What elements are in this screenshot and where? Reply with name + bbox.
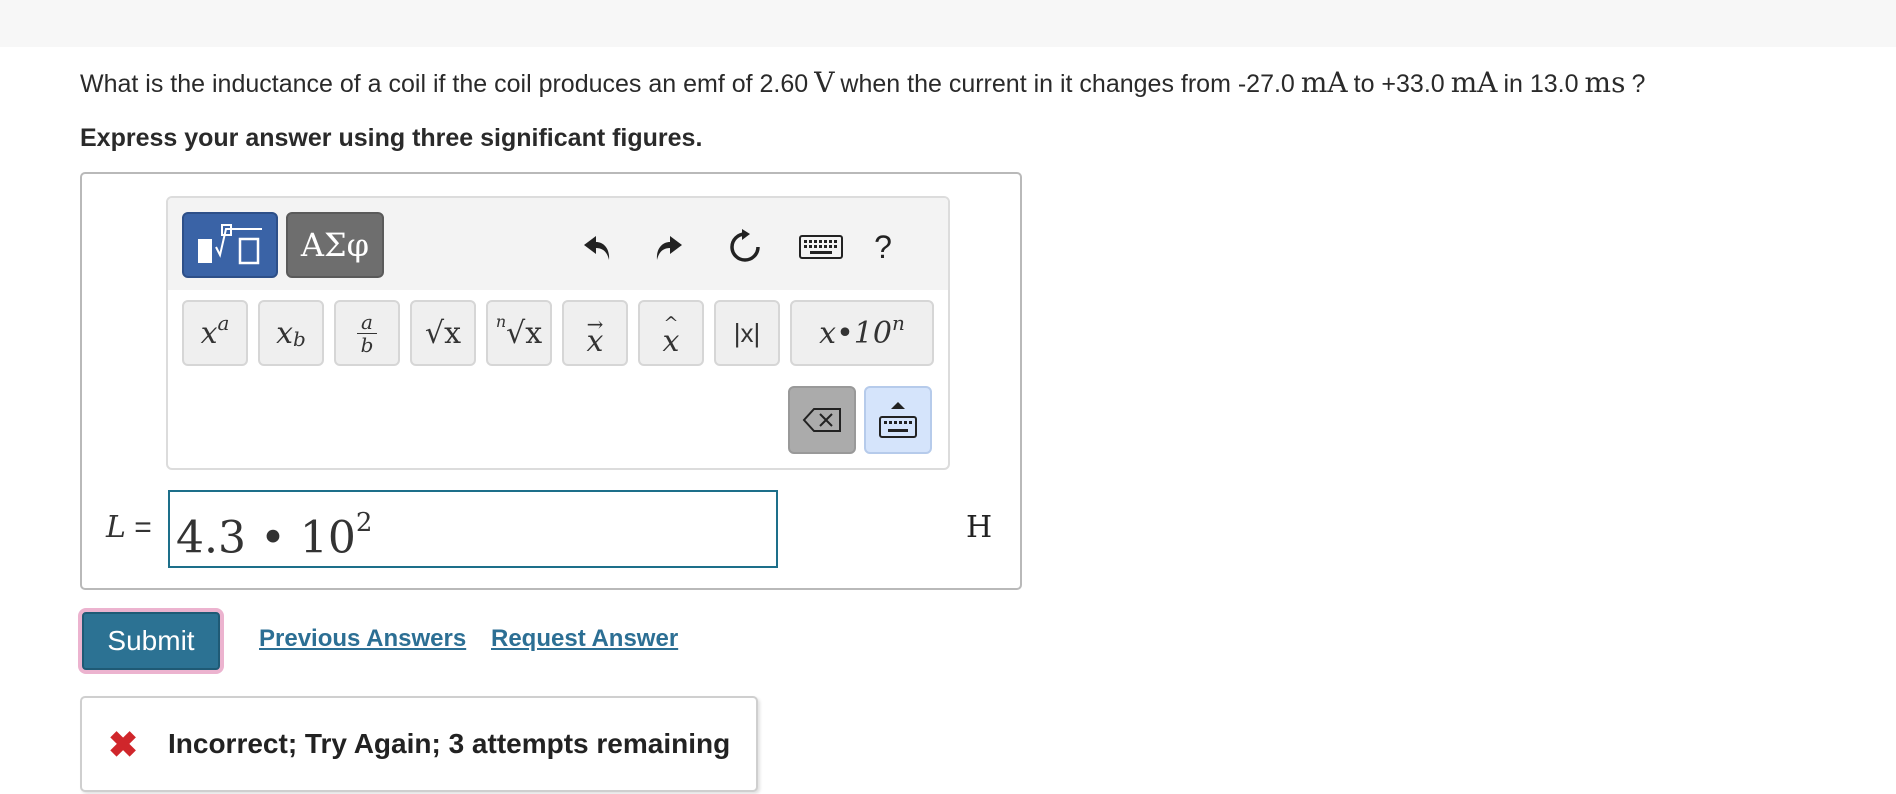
feedback-box: ✖ Incorrect; Try Again; 3 attempts remai… [80, 696, 758, 792]
key-vector[interactable]: → x [562, 300, 628, 366]
show-keyboard-button[interactable] [864, 386, 932, 454]
reset-icon[interactable] [720, 224, 770, 270]
keyboard-toggle-icon [879, 402, 917, 438]
undo-icon[interactable] [572, 224, 622, 270]
key-absolute-value[interactable]: |x| [714, 300, 780, 366]
key-subscript[interactable]: xb [258, 300, 324, 366]
previous-answers-link[interactable]: Previous Answers [259, 625, 466, 653]
incorrect-icon: ✖ [108, 724, 139, 765]
backspace-button[interactable] [788, 386, 856, 454]
key-superscript[interactable]: xa [182, 300, 248, 366]
templates-icon [198, 224, 262, 265]
instruction-text: Express your answer using three signific… [80, 124, 703, 152]
key-scientific-notation[interactable]: x•10 n [790, 300, 934, 366]
key-hat[interactable]: ^ x [638, 300, 704, 366]
unit-emf: V [814, 66, 835, 99]
unit-current-2: mA [1450, 66, 1498, 99]
backspace-icon [802, 408, 841, 432]
templates-button[interactable] [182, 212, 278, 278]
answer-box: ΑΣφ ? xa xb ab √x n √x → x ^ x |x| x•10 … [80, 172, 1022, 590]
redo-icon[interactable] [644, 224, 694, 270]
question-text: What is the inductance of a coil if the … [80, 66, 1646, 99]
feedback-message: Incorrect; Try Again; 3 attempts remaini… [168, 728, 731, 759]
key-nth-root[interactable]: n √x [486, 300, 552, 366]
unit-current-1: mA [1300, 66, 1348, 99]
keyboard-icon[interactable] [794, 224, 848, 270]
unit-label: H [966, 510, 993, 545]
key-fraction[interactable]: ab [334, 300, 400, 366]
answer-input[interactable]: 4.3 • 102 [168, 490, 778, 568]
submit-label: Submit [82, 612, 220, 670]
key-square-root[interactable]: √x [410, 300, 476, 366]
equation-label: L = [106, 510, 152, 545]
help-button[interactable]: ? [858, 224, 908, 270]
greek-symbols-button[interactable]: ΑΣφ [286, 212, 384, 278]
math-toolbar: ΑΣφ ? xa xb ab √x n √x → x ^ x |x| x•10 … [166, 196, 950, 470]
top-bar [0, 0, 1896, 47]
request-answer-link[interactable]: Request Answer [491, 625, 678, 653]
unit-time: ms [1584, 66, 1626, 99]
submit-button[interactable]: Submit [78, 608, 224, 674]
